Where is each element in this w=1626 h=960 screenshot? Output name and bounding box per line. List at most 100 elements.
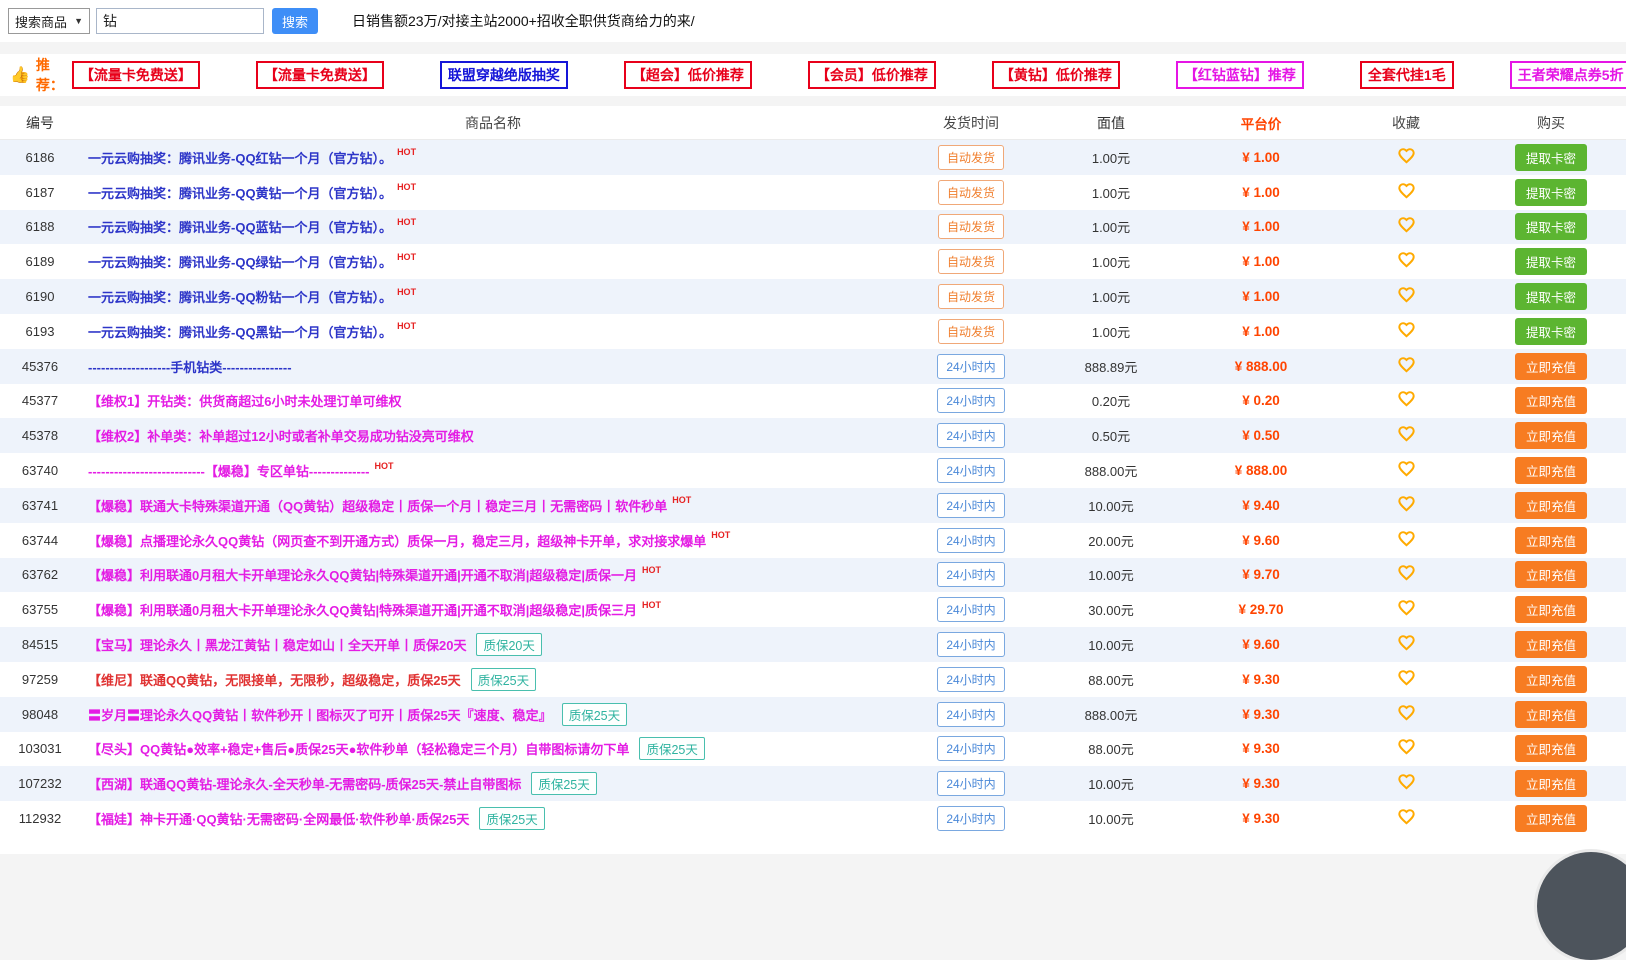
recommend-bar: 👍 推荐： 【流量卡免费送】【流量卡免费送】联盟穿越绝版抽奖【超会】低价推荐【会… bbox=[0, 54, 1626, 96]
face-value: 1.00元 bbox=[1036, 252, 1186, 271]
product-id: 63740 bbox=[0, 463, 80, 478]
floating-widget[interactable] bbox=[1537, 852, 1626, 960]
recommend-link[interactable]: 王者荣耀点券5折 bbox=[1510, 61, 1626, 89]
delivery-time-badge: 24小时内 bbox=[937, 667, 1004, 692]
product-name-link[interactable]: 【西湖】联通QQ黄钻-理论永久-全天秒单-无需密码-质保25天-禁止自带图标 bbox=[88, 774, 521, 793]
buy-button[interactable]: 提取卡密 bbox=[1515, 248, 1587, 275]
buy-button[interactable]: 提取卡密 bbox=[1515, 213, 1587, 240]
favorite-heart-icon[interactable] bbox=[1397, 773, 1416, 791]
favorite-heart-icon[interactable] bbox=[1397, 599, 1416, 617]
product-name-link[interactable]: 【宝马】理论永久丨黑龙江黄钻丨稳定如山丨全天开单丨质保20天 bbox=[88, 635, 466, 654]
buy-cell: 立即充值 bbox=[1476, 387, 1626, 414]
delivery-cell: 24小时内 bbox=[906, 667, 1036, 692]
product-name-link[interactable]: 一元云购抽奖：腾讯业务-QQ粉钻一个月（官方钻）。 bbox=[88, 287, 392, 306]
recommend-link[interactable]: 【超会】低价推荐 bbox=[624, 61, 752, 89]
delivery-cell: 自动发货 bbox=[906, 284, 1036, 309]
product-name-link[interactable]: 一元云购抽奖：腾讯业务-QQ黄钻一个月（官方钻）。 bbox=[88, 183, 392, 202]
hot-badge: HOT bbox=[672, 495, 691, 505]
table-row: 6189一元云购抽奖：腾讯业务-QQ绿钻一个月（官方钻）。HOT自动发货1.00… bbox=[0, 244, 1626, 279]
hot-badge: HOT bbox=[642, 600, 661, 610]
recommend-link[interactable]: 【流量卡免费送】 bbox=[256, 61, 384, 89]
product-name-link[interactable]: 【维尼】联通QQ黄钻，无限接单，无限秒，超级稳定，质保25天 bbox=[88, 670, 461, 689]
buy-button[interactable]: 立即充值 bbox=[1515, 422, 1587, 449]
product-name-cell: 【爆稳】联通大卡特殊渠道开通（QQ黄钻）超级稳定丨质保一个月丨稳定三月丨无需密码… bbox=[80, 496, 906, 515]
product-name-link[interactable]: 一元云购抽奖：腾讯业务-QQ红钻一个月（官方钻）。 bbox=[88, 148, 392, 167]
product-name-link[interactable]: 【爆稳】联通大卡特殊渠道开通（QQ黄钻）超级稳定丨质保一个月丨稳定三月丨无需密码… bbox=[88, 496, 667, 515]
favorite-heart-icon[interactable] bbox=[1397, 321, 1416, 339]
recommend-link[interactable]: 【流量卡免费送】 bbox=[72, 61, 200, 89]
favorite-heart-icon[interactable] bbox=[1397, 669, 1416, 687]
search-category-select[interactable]: 搜索商品 ▼ bbox=[8, 8, 90, 34]
face-value: 10.00元 bbox=[1036, 565, 1186, 584]
favorite-heart-icon[interactable] bbox=[1397, 147, 1416, 165]
product-name-link[interactable]: 一元云购抽奖：腾讯业务-QQ蓝钻一个月（官方钻）。 bbox=[88, 217, 392, 236]
buy-button[interactable]: 提取卡密 bbox=[1515, 144, 1587, 171]
recommend-link[interactable]: 全套代挂1毛 bbox=[1360, 61, 1454, 89]
search-input[interactable] bbox=[96, 8, 264, 34]
product-name-link[interactable]: 【爆稳】利用联通0月租大卡开单理论永久QQ黄钻|特殊渠道开通|开通不取消|超级稳… bbox=[88, 600, 637, 619]
product-name-link[interactable]: 〓岁月〓理论永久QQ黄钻丨软件秒开丨图标灭了可开丨质保25天『速度、稳定』 bbox=[88, 705, 552, 724]
hot-badge: HOT bbox=[375, 461, 394, 471]
buy-button[interactable]: 立即充值 bbox=[1515, 353, 1587, 380]
product-name-link[interactable]: 【维权1】开钻类：供货商超过6小时未处理订单可维权 bbox=[88, 391, 401, 410]
recommend-link[interactable]: 【会员】低价推荐 bbox=[808, 61, 936, 89]
buy-button[interactable]: 立即充值 bbox=[1515, 666, 1587, 693]
recommend-link[interactable]: 【黄钻】低价推荐 bbox=[992, 61, 1120, 89]
buy-button[interactable]: 立即充值 bbox=[1515, 805, 1587, 832]
product-name-link[interactable]: 【福娃】神卡开通·QQ黄钻·无需密码·全网最低·软件秒单·质保25天 bbox=[88, 809, 469, 828]
product-name-link[interactable]: 【尽头】QQ黄钻●效率+稳定+售后●质保25天●软件秒单（轻松稳定三个月）自带图… bbox=[88, 739, 629, 758]
favorite-heart-icon[interactable] bbox=[1397, 286, 1416, 304]
favorite-heart-icon[interactable] bbox=[1397, 704, 1416, 722]
favorite-heart-icon[interactable] bbox=[1397, 808, 1416, 826]
product-name-link[interactable]: ---------------------------【爆稳】专区单钻-----… bbox=[88, 461, 370, 480]
favorite-heart-icon[interactable] bbox=[1397, 530, 1416, 548]
column-header: 编号 bbox=[0, 113, 80, 133]
platform-price: ¥ 0.50 bbox=[1186, 428, 1336, 443]
favorite-cell bbox=[1336, 390, 1476, 411]
buy-button[interactable]: 立即充值 bbox=[1515, 561, 1587, 588]
warranty-badge: 质保20天 bbox=[476, 633, 541, 656]
product-name-link[interactable]: 一元云购抽奖：腾讯业务-QQ黑钻一个月（官方钻）。 bbox=[88, 322, 392, 341]
buy-button[interactable]: 立即充值 bbox=[1515, 735, 1587, 762]
product-name-link[interactable]: 【爆稳】利用联通0月租大卡开单理论永久QQ黄钻|特殊渠道开通|开通不取消|超级稳… bbox=[88, 565, 637, 584]
favorite-heart-icon[interactable] bbox=[1397, 251, 1416, 269]
product-name-link[interactable]: 【维权2】补单类：补单超过12小时或者补单交易成功钻没亮可维权 bbox=[88, 426, 474, 445]
product-id: 63755 bbox=[0, 602, 80, 617]
buy-button[interactable]: 立即充值 bbox=[1515, 527, 1587, 554]
delivery-cell: 24小时内 bbox=[906, 493, 1036, 518]
favorite-heart-icon[interactable] bbox=[1397, 425, 1416, 443]
recommend-link[interactable]: 【红钻蓝钻】推荐 bbox=[1176, 61, 1304, 89]
favorite-heart-icon[interactable] bbox=[1397, 634, 1416, 652]
favorite-heart-icon[interactable] bbox=[1397, 495, 1416, 513]
favorite-heart-icon[interactable] bbox=[1397, 564, 1416, 582]
favorite-heart-icon[interactable] bbox=[1397, 182, 1416, 200]
buy-button[interactable]: 立即充值 bbox=[1515, 596, 1587, 623]
buy-button[interactable]: 提取卡密 bbox=[1515, 179, 1587, 206]
platform-price: ¥ 9.30 bbox=[1186, 741, 1336, 756]
delivery-cell: 24小时内 bbox=[906, 597, 1036, 622]
buy-cell: 提取卡密 bbox=[1476, 318, 1626, 345]
favorite-heart-icon[interactable] bbox=[1397, 216, 1416, 234]
product-name-link[interactable]: 一元云购抽奖：腾讯业务-QQ绿钻一个月（官方钻）。 bbox=[88, 252, 392, 271]
buy-button[interactable]: 立即充值 bbox=[1515, 701, 1587, 728]
column-header: 商品名称 bbox=[80, 113, 906, 133]
table-row: 63762【爆稳】利用联通0月租大卡开单理论永久QQ黄钻|特殊渠道开通|开通不取… bbox=[0, 558, 1626, 593]
favorite-heart-icon[interactable] bbox=[1397, 738, 1416, 756]
buy-button[interactable]: 提取卡密 bbox=[1515, 318, 1587, 345]
table-row: 6186一元云购抽奖：腾讯业务-QQ红钻一个月（官方钻）。HOT自动发货1.00… bbox=[0, 140, 1626, 175]
favorite-heart-icon[interactable] bbox=[1397, 390, 1416, 408]
search-button[interactable]: 搜索 bbox=[272, 8, 318, 34]
face-value: 1.00元 bbox=[1036, 287, 1186, 306]
buy-button[interactable]: 立即充值 bbox=[1515, 631, 1587, 658]
buy-button[interactable]: 立即充值 bbox=[1515, 457, 1587, 484]
buy-button[interactable]: 立即充值 bbox=[1515, 492, 1587, 519]
buy-button[interactable]: 立即充值 bbox=[1515, 387, 1587, 414]
product-name-link[interactable]: -------------------手机钻类---------------- bbox=[88, 357, 292, 376]
buy-button[interactable]: 立即充值 bbox=[1515, 770, 1587, 797]
favorite-heart-icon[interactable] bbox=[1397, 460, 1416, 478]
face-value: 1.00元 bbox=[1036, 322, 1186, 341]
recommend-link[interactable]: 联盟穿越绝版抽奖 bbox=[440, 61, 568, 89]
product-name-link[interactable]: 【爆稳】点播理论永久QQ黄钻（网页查不到开通方式）质保一月，稳定三月，超级神卡开… bbox=[88, 531, 706, 550]
buy-button[interactable]: 提取卡密 bbox=[1515, 283, 1587, 310]
favorite-heart-icon[interactable] bbox=[1397, 356, 1416, 374]
